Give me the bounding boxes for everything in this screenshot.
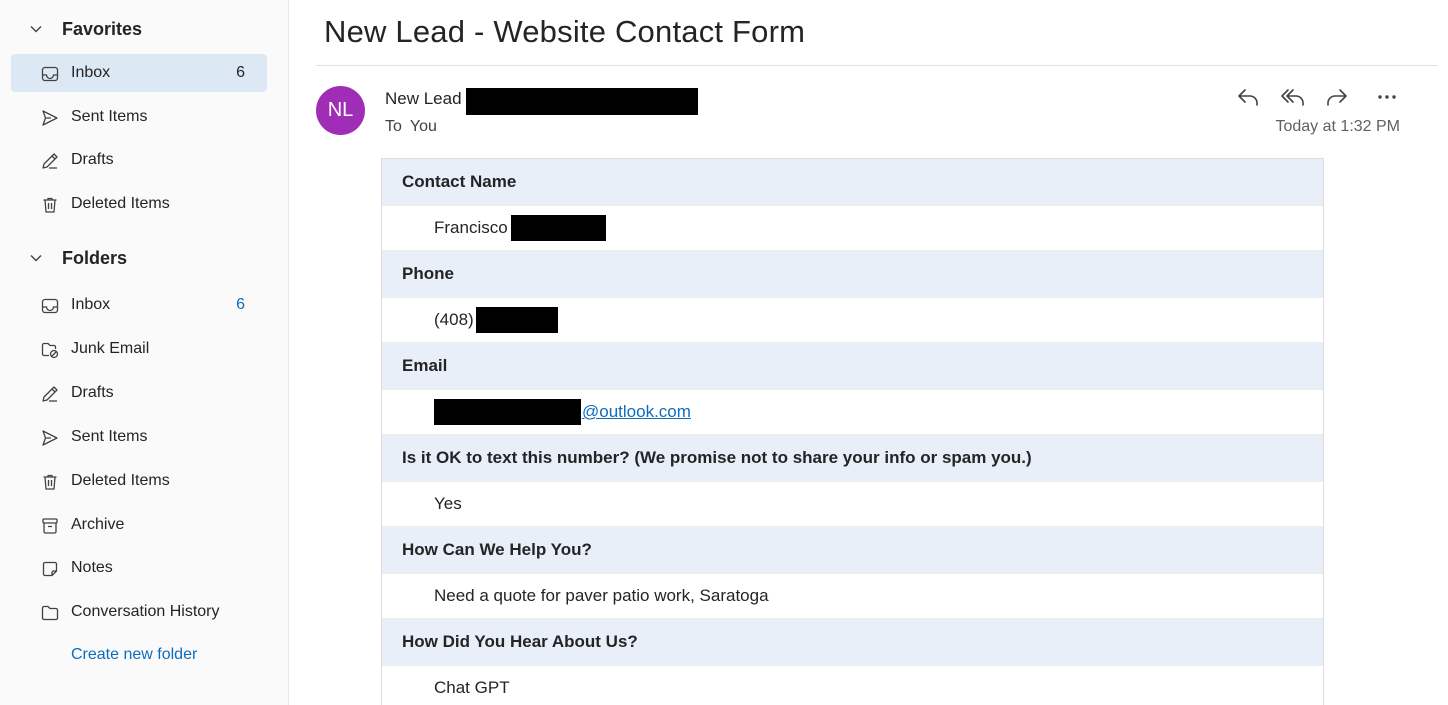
unread-count: 6: [236, 64, 245, 81]
pencil-icon: [40, 151, 60, 171]
nav-label: Sent Items: [71, 108, 148, 125]
form-answer: Chat GPT: [434, 678, 510, 697]
form-question: Contact Name: [382, 159, 1323, 205]
recipient-name[interactable]: You: [410, 118, 437, 135]
nav-label: Inbox: [71, 296, 111, 313]
nav-label: Drafts: [71, 384, 114, 401]
redacted-email-user: [434, 399, 581, 425]
note-icon: [40, 559, 60, 579]
nav-label: Drafts: [71, 151, 114, 168]
redacted-phone: [475, 307, 558, 333]
sender-avatar[interactable]: NL: [316, 86, 365, 135]
folders-deleted-items[interactable]: Deleted Items: [11, 462, 267, 500]
folders-archive[interactable]: Archive: [11, 506, 267, 544]
redacted-sender-address: [466, 88, 698, 115]
form-answer-row: Chat GPT: [382, 665, 1323, 705]
archive-icon: [40, 516, 60, 536]
header-divider: [316, 65, 1438, 66]
forward-icon: [1327, 89, 1347, 106]
redacted-last-name: [510, 215, 606, 241]
form-answer-row: @outlook.com: [382, 389, 1323, 435]
folder-pane: Favorites Inbox 6 Sent Items Drafts Dele…: [0, 0, 289, 705]
favorites-inbox[interactable]: Inbox 6: [11, 54, 267, 92]
form-answer: Yes: [434, 494, 462, 513]
reply-all-icon: [1281, 89, 1304, 106]
contact-form-table: Contact Name Francisco Phone (408) Email…: [381, 158, 1324, 705]
folders-junk-email[interactable]: Junk Email: [11, 330, 267, 368]
form-question: How Did You Hear About Us?: [382, 619, 1323, 665]
nav-label: Notes: [71, 559, 113, 576]
email-link[interactable]: @outlook.com: [582, 402, 691, 422]
form-answer: Need a quote for paver patio work, Sarat…: [434, 586, 769, 605]
form-answer-row: Need a quote for paver patio work, Sarat…: [382, 573, 1323, 619]
message-subject: New Lead - Website Contact Form: [324, 14, 806, 49]
folders-inbox[interactable]: Inbox 6: [11, 286, 267, 324]
folders-notes[interactable]: Notes: [11, 549, 267, 587]
trash-icon: [40, 472, 60, 492]
to-label: To: [385, 118, 402, 135]
reply-all-button[interactable]: [1280, 84, 1306, 110]
nav-label: Archive: [71, 516, 125, 533]
folders-drafts[interactable]: Drafts: [11, 374, 267, 412]
folders-title: Folders: [62, 247, 128, 268]
nav-label: Inbox: [71, 64, 111, 81]
sender-name[interactable]: New Lead: [385, 89, 462, 109]
nav-label: Junk Email: [71, 340, 150, 357]
message-timestamp: Today at 1:32 PM: [1275, 118, 1400, 135]
folders-header[interactable]: Folders: [0, 242, 280, 274]
folders-conversation-history[interactable]: Conversation History: [11, 593, 267, 631]
folder-icon: [40, 603, 60, 623]
favorites-sent-items[interactable]: Sent Items: [11, 98, 267, 136]
folders-sent-items[interactable]: Sent Items: [11, 418, 267, 456]
favorites-deleted-items[interactable]: Deleted Items: [11, 185, 267, 223]
inbox-icon: [40, 296, 60, 316]
chevron-down-icon: [30, 26, 42, 33]
nav-label: Deleted Items: [71, 195, 170, 212]
forward-button[interactable]: [1324, 84, 1350, 110]
form-question: How Can We Help You?: [382, 527, 1323, 573]
favorites-title: Favorites: [62, 18, 143, 39]
form-answer: Francisco: [434, 218, 508, 237]
more-actions-button[interactable]: [1374, 84, 1400, 110]
form-answer-row: Francisco: [382, 205, 1323, 251]
send-icon: [40, 428, 60, 448]
favorites-header[interactable]: Favorites: [0, 13, 280, 45]
recipient-line: To You: [385, 118, 437, 136]
nav-label: Deleted Items: [71, 472, 170, 489]
form-answer-row: (408): [382, 297, 1323, 343]
trash-icon: [40, 195, 60, 215]
unread-count: 6: [236, 296, 245, 313]
reply-icon: [1238, 89, 1258, 106]
form-answer: (408): [434, 310, 474, 329]
pencil-icon: [40, 384, 60, 404]
nav-label: Sent Items: [71, 428, 148, 445]
more-icon: [1378, 95, 1396, 99]
favorites-drafts[interactable]: Drafts: [11, 141, 267, 179]
nav-label: Conversation History: [71, 603, 220, 620]
form-question: Is it OK to text this number? (We promis…: [382, 435, 1323, 481]
inbox-icon: [40, 64, 60, 84]
create-new-folder-link[interactable]: Create new folder: [71, 646, 197, 664]
form-question: Email: [382, 343, 1323, 389]
send-icon: [40, 108, 60, 128]
form-question: Phone: [382, 251, 1323, 297]
form-answer-row: Yes: [382, 481, 1323, 527]
chevron-down-icon: [30, 255, 42, 262]
reply-button[interactable]: [1235, 84, 1261, 110]
junk-icon: [40, 340, 60, 360]
